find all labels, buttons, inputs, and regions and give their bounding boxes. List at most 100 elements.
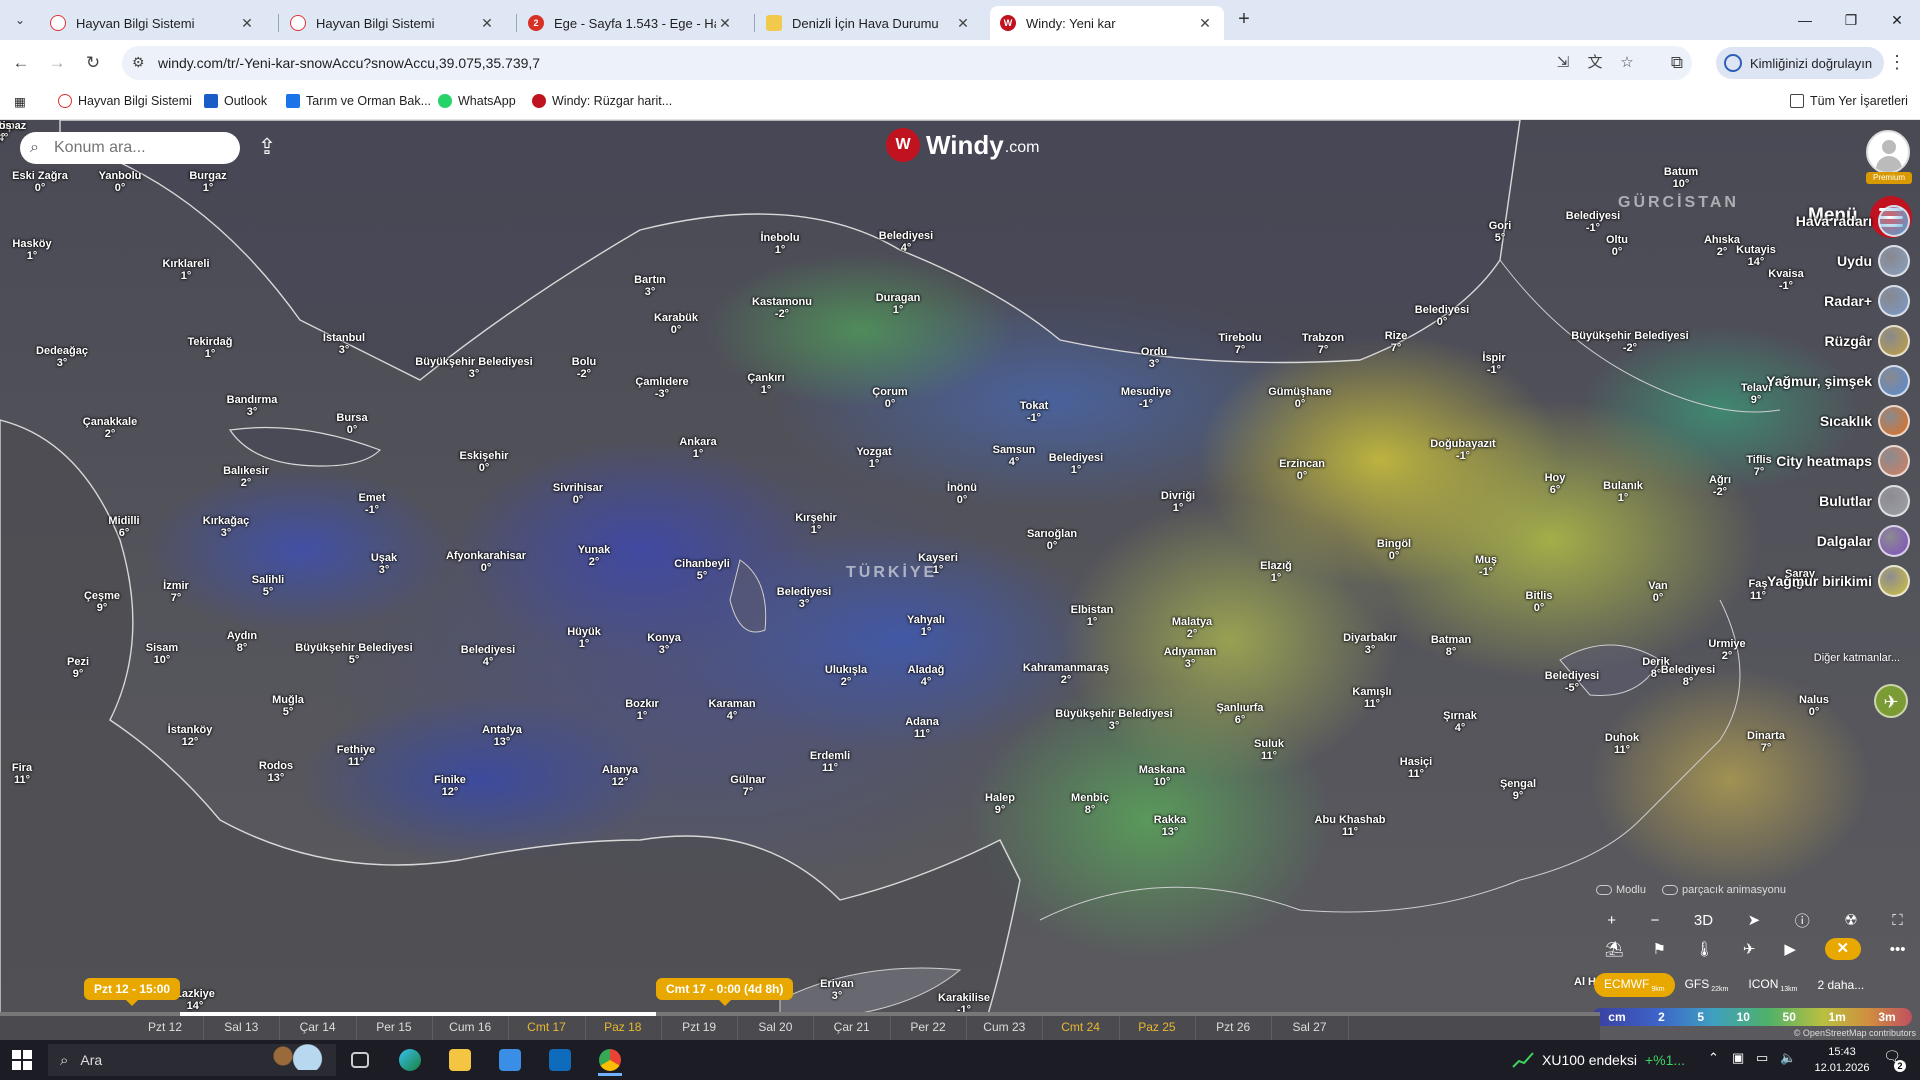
city-label[interactable]: Yanbolu 0° <box>99 170 142 194</box>
flag-icon[interactable]: ⚑ <box>1652 940 1665 958</box>
city-label[interactable]: İstanköy 12° <box>168 724 213 748</box>
model-option[interactable]: 2 daha... <box>1807 974 1874 996</box>
system-clock[interactable]: 15:43 12.01.2026 <box>1810 1044 1874 1076</box>
city-label[interactable]: Emet -1° <box>359 492 386 516</box>
url-text[interactable]: windy.com/tr/-Yeni-kar-snowAccu?snowAccu… <box>158 55 540 71</box>
city-label[interactable]: Gori 5° <box>1489 220 1512 244</box>
city-label[interactable]: Aladağ 4° <box>908 664 945 688</box>
minimize-button[interactable]: — <box>1782 0 1828 40</box>
back-button[interactable]: ← <box>8 50 34 76</box>
city-label[interactable]: Belediyesi -1° <box>1566 210 1620 234</box>
user-avatar[interactable] <box>1866 130 1910 174</box>
more-icon[interactable]: ••• <box>1890 941 1906 958</box>
close-window-button[interactable]: ✕ <box>1874 0 1920 40</box>
tray-chevron-icon[interactable]: ⌃ <box>1708 1050 1719 1066</box>
task-view-icon[interactable] <box>340 1044 380 1076</box>
city-label[interactable]: Maskana 10° <box>1139 764 1185 788</box>
city-label[interactable]: Erdemli 11° <box>810 750 850 774</box>
city-label[interactable]: Kastamonu -2° <box>752 296 812 320</box>
city-label[interactable]: Belediyesi 8° <box>1661 664 1715 688</box>
close-icon[interactable]: ✕ <box>1824 938 1861 960</box>
city-label[interactable]: Büyükşehir Belediyesi 3° <box>1055 708 1172 732</box>
browser-tab[interactable]: Hayvan Bilgi Sistemi ✕ <box>40 6 266 40</box>
tab-search-button[interactable]: ⌄ <box>8 8 32 32</box>
city-label[interactable]: Çankırı 1° <box>747 372 784 396</box>
city-label[interactable]: Büyükşehir Belediyesi -2° <box>1571 330 1688 354</box>
new-tab-button[interactable]: + <box>1232 8 1256 32</box>
extensions-icon[interactable]: ⧉ <box>1664 50 1690 76</box>
zoom-in-icon[interactable]: + <box>1607 912 1616 929</box>
apps-grid-icon[interactable]: ▦ <box>14 94 26 109</box>
city-label[interactable]: Midilli 6° <box>108 515 139 539</box>
tab-close-icon[interactable]: ✕ <box>954 15 972 32</box>
city-label[interactable]: Suluk 11° <box>1254 738 1284 762</box>
city-label[interactable]: Erivan 3° <box>820 978 854 1002</box>
file-explorer-icon[interactable] <box>440 1044 480 1076</box>
city-label[interactable]: Sarıoğlan 0° <box>1027 528 1077 552</box>
beach-icon[interactable]: ⛱ <box>1604 940 1623 958</box>
city-label[interactable]: Tiflis 7° <box>1746 454 1771 478</box>
city-label[interactable]: Kayseri 1° <box>918 552 958 576</box>
city-label[interactable]: Nalus 0° <box>1799 694 1829 718</box>
timeline-day[interactable]: Sal 13 <box>224 1020 258 1034</box>
timeline-day[interactable]: Paz 18 <box>604 1020 641 1034</box>
city-label[interactable]: Belediyesi 4° <box>879 230 933 254</box>
forward-button[interactable]: → <box>44 50 70 76</box>
city-label[interactable]: Belediyesi 1° <box>1049 452 1103 476</box>
city-label[interactable]: Pezi 9° <box>67 656 89 680</box>
city-label[interactable]: Kırşehir 1° <box>795 512 837 536</box>
city-label[interactable]: Ordu 3° <box>1141 346 1167 370</box>
city-label[interactable]: Alanya 12° <box>602 764 638 788</box>
browser-tab-active[interactable]: W Windy: Yeni kar ✕ <box>990 6 1224 40</box>
timeline-day[interactable]: Sal 27 <box>1292 1020 1326 1034</box>
city-label[interactable]: Kırklareli 1° <box>162 258 209 282</box>
all-bookmarks[interactable]: Tüm Yer İşaretleri <box>1790 94 1908 108</box>
city-label[interactable]: Batman 8° <box>1431 634 1471 658</box>
city-label[interactable]: Bursa 0° <box>336 412 367 436</box>
city-label[interactable]: Kvaisa -1° <box>1768 268 1803 292</box>
city-label[interactable]: Fethiye 11° <box>337 744 376 768</box>
city-label[interactable]: Çeşme 9° <box>84 590 120 614</box>
city-label[interactable]: Halep 9° <box>985 792 1015 816</box>
radiation-icon[interactable]: ☢ <box>1844 911 1857 929</box>
city-label[interactable]: Muş -1° <box>1475 554 1497 578</box>
city-label[interactable]: Gümüşhane 0° <box>1268 386 1332 410</box>
address-bar[interactable]: ⚙ windy.com/tr/-Yeni-kar-snowAccu?snowAc… <box>122 46 1692 80</box>
weather-map[interactable]: GÜRCİSTAN TÜRKİYE Eski Zağra 0° Yanbolu 0° B… <box>0 120 1920 1040</box>
city-label[interactable]: Tirebolu 7° <box>1218 332 1261 356</box>
hover-time-bubble[interactable]: Cmt 17 - 0:00 (4d 8h) <box>656 978 794 1006</box>
layer-item[interactable]: Dalgalar <box>1817 524 1910 558</box>
city-label[interactable]: Belediyesi 4° <box>461 644 515 668</box>
city-label[interactable]: Hasiçi 11° <box>1400 756 1432 780</box>
tab-close-icon[interactable]: ✕ <box>238 15 256 32</box>
chrome-icon[interactable] <box>590 1044 630 1076</box>
city-label[interactable]: Çamlıdere -3° <box>635 376 688 400</box>
timeline-day[interactable]: Per 22 <box>910 1020 945 1034</box>
search-input[interactable] <box>54 139 234 157</box>
reload-button[interactable]: ↻ <box>80 50 106 76</box>
city-label[interactable]: Konya 3° <box>647 632 681 656</box>
city-label[interactable]: Duragan 1° <box>876 292 921 316</box>
isolines-toggle[interactable]: Modlu <box>1596 884 1646 896</box>
city-label[interactable]: Eskişehir 0° <box>460 450 509 474</box>
city-label[interactable]: Dinarta 7° <box>1747 730 1785 754</box>
timeline-day[interactable]: Cum 23 <box>983 1020 1025 1034</box>
city-label[interactable]: Faş 11° <box>1749 578 1768 602</box>
tab-close-icon[interactable]: ✕ <box>1196 15 1214 32</box>
map-attribution[interactable]: © OpenStreetMap contributors <box>1794 1028 1916 1038</box>
city-label[interactable]: Rodos 13° <box>259 760 293 784</box>
plane-small-icon[interactable]: ✈ <box>1743 940 1756 958</box>
city-label[interactable]: Ağrı -2° <box>1709 474 1731 498</box>
city-label[interactable]: Uşak 3° <box>371 552 397 576</box>
city-label[interactable]: İspir -1° <box>1482 352 1505 376</box>
city-label[interactable]: Kutayis 14° <box>1736 244 1776 268</box>
city-label[interactable]: Elbistan 1° <box>1071 604 1114 628</box>
fullscreen-icon[interactable]: ⛶ <box>1892 912 1903 929</box>
layer-item[interactable]: Radar+ <box>1824 284 1910 318</box>
city-label[interactable]: Elazığ 1° <box>1260 560 1292 584</box>
thermometer-icon[interactable]: 🌡 <box>1695 940 1714 958</box>
layer-item[interactable]: Hava radarı <box>1796 204 1910 238</box>
city-label[interactable]: Oltu 0° <box>1606 234 1628 258</box>
city-label[interactable]: Adana 11° <box>905 716 939 740</box>
city-label[interactable]: Büyükşehir Belediyesi 5° <box>295 642 412 666</box>
